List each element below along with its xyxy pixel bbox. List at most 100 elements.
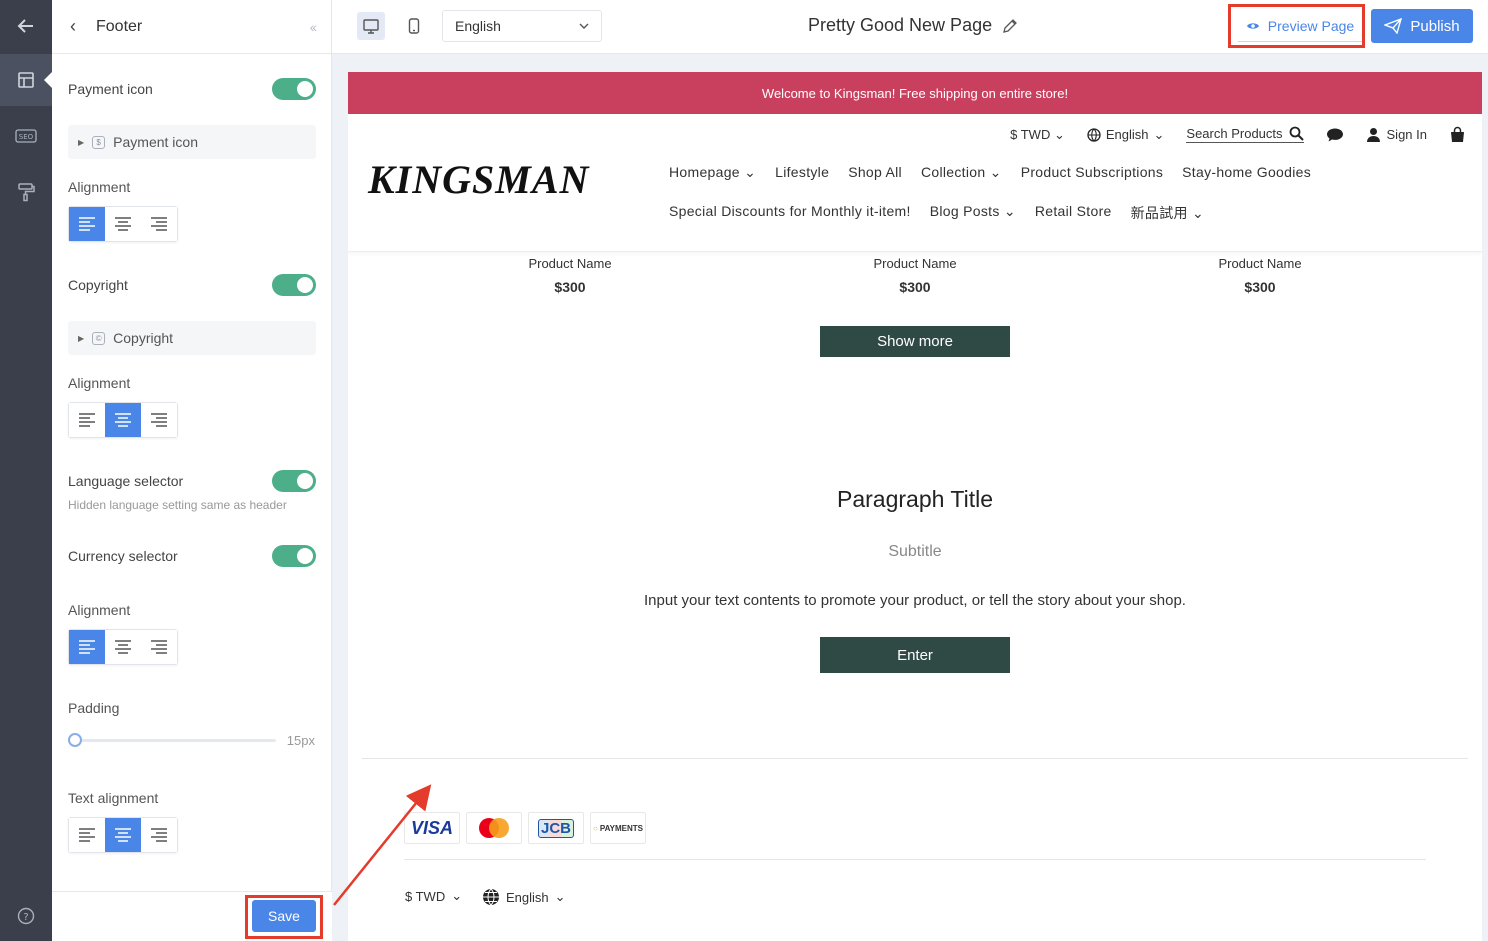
currency-selector-label: Currency selector	[68, 548, 178, 564]
product-name: Product Name	[1218, 256, 1302, 271]
footer-language-selector[interactable]: English ⌄	[482, 888, 566, 906]
nav-item-collection[interactable]: Collection ⌄	[921, 164, 1002, 183]
payment-alignment-group	[68, 206, 178, 242]
store-logo[interactable]: KINGSMAN	[368, 156, 589, 203]
payment-icon-toggle[interactable]	[272, 78, 316, 100]
nav-item-special-discounts[interactable]: Special Discounts for Monthly it-item!	[669, 203, 911, 222]
mobile-view-button[interactable]	[400, 12, 428, 40]
align-center-button[interactable]	[105, 630, 141, 664]
footer-divider	[362, 758, 1468, 759]
pencil-icon[interactable]	[1002, 18, 1018, 34]
align-left-button[interactable]	[69, 207, 105, 241]
footer-settings-panel: ‹ Footer ‹‹ Payment icon ▶ $ Payment ico…	[52, 0, 332, 941]
copyright-badge-icon: ©	[92, 331, 106, 345]
language-dropdown[interactable]: English	[442, 10, 602, 42]
align-center-button[interactable]	[105, 403, 141, 437]
footer-inner-divider	[404, 859, 1426, 860]
align-left-button[interactable]	[69, 403, 105, 437]
footer-language-value: English	[506, 889, 549, 905]
paint-roller-icon[interactable]	[0, 166, 52, 218]
cart-bag-icon[interactable]	[1449, 126, 1466, 143]
copyright-toggle[interactable]	[272, 274, 316, 296]
publish-button[interactable]: Publish	[1371, 9, 1473, 43]
align-center-button[interactable]	[105, 818, 141, 852]
enter-button[interactable]: Enter	[820, 637, 1010, 673]
nav-item-lifestyle[interactable]: Lifestyle	[775, 164, 829, 183]
padding-slider-handle[interactable]	[68, 733, 82, 747]
selector-alignment-group	[68, 629, 178, 665]
product-name: Product Name	[528, 256, 612, 271]
paragraph-title: Paragraph Title	[837, 486, 993, 512]
currency-selector-toggle[interactable]	[272, 545, 316, 567]
copyright-alignment-group	[68, 402, 178, 438]
preview-page-button[interactable]: Preview Page	[1238, 10, 1362, 42]
copyright-item[interactable]: ▶ © Copyright	[68, 321, 316, 355]
caret-right-icon: ▶	[78, 137, 85, 147]
left-rail: SEO ?	[0, 0, 52, 941]
save-button[interactable]: Save	[252, 900, 316, 932]
language-selector-toggle[interactable]	[272, 470, 316, 492]
jcb-icon: JCB	[528, 812, 584, 844]
header-currency-selector[interactable]: $ TWD ⌄	[1010, 127, 1065, 143]
align-left-button[interactable]	[69, 818, 105, 852]
language-dropdown-value: English	[455, 18, 501, 34]
collapse-icon[interactable]: ‹‹	[310, 19, 317, 35]
search-icon	[1289, 126, 1304, 141]
align-right-button[interactable]	[141, 818, 177, 852]
chevron-down-icon: ⌄	[451, 888, 463, 903]
show-more-button[interactable]: Show more	[820, 326, 1010, 357]
page-preview-canvas: Welcome to Kingsman! Free shipping on en…	[348, 72, 1482, 941]
nav-item-stay-home-goodies[interactable]: Stay-home Goodies	[1182, 164, 1311, 183]
eye-icon	[1246, 22, 1259, 29]
text-alignment-group	[68, 817, 178, 853]
nav-item-shop-all[interactable]: Shop All	[848, 164, 902, 183]
chat-icon[interactable]	[1326, 127, 1344, 143]
text-alignment-label: Text alignment	[68, 790, 159, 806]
header-signin-label: Sign In	[1386, 127, 1427, 142]
chevron-down-icon	[579, 23, 589, 29]
align-right-button[interactable]	[141, 403, 177, 437]
payment-icon-label: Payment icon	[68, 81, 153, 97]
header-signin[interactable]: Sign In	[1366, 127, 1427, 142]
payment-icon-item-label: Payment icon	[113, 134, 198, 150]
product-name: Product Name	[873, 256, 957, 271]
header-search[interactable]: Search Products	[1186, 126, 1304, 143]
caret-right-icon: ▶	[78, 333, 85, 343]
nav-item-product-subscriptions[interactable]: Product Subscriptions	[1021, 164, 1163, 183]
product-card[interactable]: Product Name $300	[815, 256, 1015, 295]
footer-currency-selector[interactable]: $ TWD ⌄	[405, 888, 462, 904]
language-selector-row: Language selector	[68, 470, 316, 492]
align-right-button[interactable]	[141, 207, 177, 241]
globe-icon	[1087, 127, 1101, 142]
desktop-view-button[interactable]	[357, 12, 385, 40]
padding-slider-track	[72, 739, 276, 742]
footer-currency-value: $ TWD	[405, 888, 446, 904]
align-center-button[interactable]	[105, 207, 141, 241]
layout-icon[interactable]	[0, 54, 52, 106]
nav-item-new-trial[interactable]: 新品試用 ⌄	[1131, 203, 1204, 222]
seo-icon[interactable]: SEO	[0, 110, 52, 162]
alignment-label: Alignment	[68, 179, 131, 195]
product-card[interactable]: Product Name $300	[470, 256, 670, 295]
desktop-icon	[363, 18, 379, 34]
header-language-selector[interactable]: English ⌄	[1087, 127, 1164, 143]
align-left-button[interactable]	[69, 630, 105, 664]
help-icon[interactable]: ?	[0, 890, 52, 941]
payment-icon-item[interactable]: ▶ $ Payment icon	[68, 125, 316, 159]
chevron-left-icon[interactable]: ‹	[70, 16, 96, 37]
payments-logo-icon: ○ PAYMENTS	[590, 812, 646, 844]
copyright-row: Copyright	[68, 274, 316, 296]
nav-item-blog-posts[interactable]: Blog Posts ⌄	[930, 203, 1016, 222]
mastercard-icon	[466, 812, 522, 844]
main-navigation: Homepage ⌄ Lifestyle Shop All Collection…	[669, 164, 1369, 222]
alignment-label: Alignment	[68, 602, 131, 618]
nav-item-homepage[interactable]: Homepage ⌄	[669, 164, 756, 183]
padding-slider[interactable]	[68, 733, 276, 747]
align-right-button[interactable]	[141, 630, 177, 664]
product-card[interactable]: Product Name $300	[1160, 256, 1360, 295]
padding-value: 15px	[286, 733, 315, 748]
nav-item-retail-store[interactable]: Retail Store	[1035, 203, 1112, 222]
back-arrow-icon[interactable]	[0, 0, 52, 52]
save-bar: Save	[52, 891, 332, 941]
header-language-value: English	[1105, 127, 1149, 142]
